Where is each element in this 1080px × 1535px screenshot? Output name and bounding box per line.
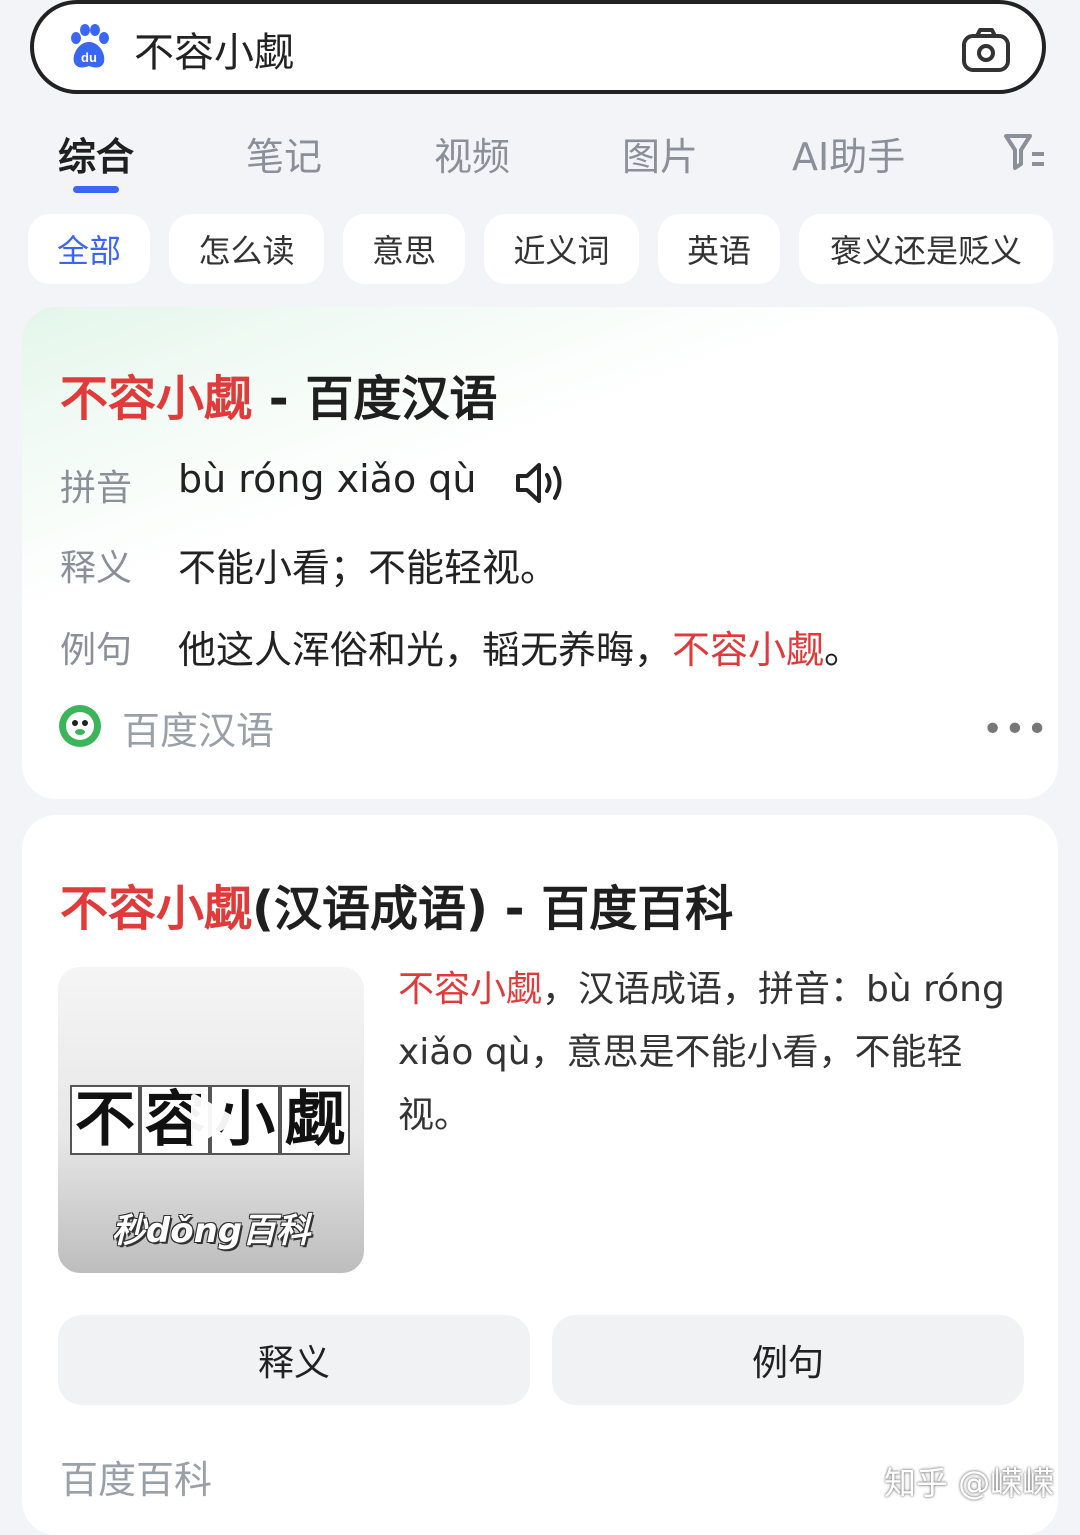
result-card-hanyu[interactable]: 不容小觑 - 百度汉语 拼音 bù róng xiǎo qù 释义 不能小看；不… (22, 307, 1058, 799)
chip-meaning[interactable]: 意思 (343, 214, 465, 284)
pinyin-label: 拼音 (60, 468, 133, 509)
video-thumbnail[interactable]: 不 容 小 觑 秒dǒng百科 (58, 967, 364, 1273)
tab-ai-assistant[interactable]: AI助手 (792, 126, 905, 181)
chip-all[interactable]: 全部 (28, 214, 150, 284)
tab-all[interactable]: 综合 (58, 126, 134, 181)
meaning-label: 释义 (60, 548, 133, 589)
speaker-icon[interactable] (514, 459, 570, 507)
example-button[interactable]: 例句 (552, 1315, 1024, 1405)
tab-videos[interactable]: 视频 (434, 126, 510, 181)
title-keyword: 不容小觑 (60, 881, 253, 937)
example-prefix: 他这人浑俗和光，韬无养晦， (178, 628, 673, 672)
result-title[interactable]: 不容小觑 - 百度汉语 (60, 359, 497, 429)
meaning-value: 不能小看；不能轻视。 (178, 546, 559, 590)
chip-synonyms[interactable]: 近义词 (484, 214, 639, 284)
more-options-icon[interactable]: ••• (982, 709, 1049, 750)
source-name[interactable]: 百度汉语 (122, 700, 274, 755)
search-bar[interactable]: du (30, 0, 1046, 94)
search-input[interactable] (134, 22, 914, 76)
meaning-button[interactable]: 释义 (58, 1315, 530, 1405)
title-source: - 百度汉语 (252, 371, 498, 427)
tab-notes[interactable]: 笔记 (246, 126, 322, 181)
result-card-baike[interactable]: 不容小觑(汉语成语) - 百度百科 不 容 小 觑 秒dǒng百科 不容小觑，汉… (22, 815, 1058, 1535)
result-description: 不容小觑，汉语成语，拼音：bù róng xiǎo qù，意思是不能小看，不能轻… (398, 958, 1034, 1147)
thumbnail-char: 觑 (280, 1085, 350, 1155)
thumbnail-char: 不 (70, 1085, 140, 1155)
example-value: 他这人浑俗和光，韬无养晦，不容小觑。 (178, 619, 862, 674)
description-keyword: 不容小觑 (398, 969, 543, 1010)
chip-how-to-read[interactable]: 怎么读 (169, 214, 324, 284)
watermark: 知乎 @嵘嵘 (884, 1464, 1055, 1502)
pinyin-value: bù róng xiǎo qù (178, 457, 477, 501)
chip-english[interactable]: 英语 (658, 214, 780, 284)
example-keyword: 不容小觑 (672, 628, 825, 672)
filter-icon[interactable] (1000, 128, 1048, 176)
thumbnail-brand: 秒dǒng百科 (111, 1211, 311, 1251)
title-keyword: 不容小觑 (60, 371, 253, 427)
svg-text:du: du (81, 50, 97, 65)
chip-positive-or-negative[interactable]: 褒义还是贬义 (799, 214, 1053, 284)
active-tab-indicator (73, 186, 119, 193)
tab-bar: 综合 笔记 视频 图片 AI助手 (0, 118, 1080, 198)
example-label: 例句 (60, 630, 133, 671)
example-suffix: 。 (824, 628, 863, 672)
play-icon[interactable] (186, 1091, 240, 1149)
camera-icon[interactable] (960, 24, 1012, 76)
title-source: (汉语成语) - 百度百科 (252, 881, 734, 937)
result-title[interactable]: 不容小觑(汉语成语) - 百度百科 (60, 869, 733, 939)
tab-images[interactable]: 图片 (622, 126, 698, 181)
baidu-paw-logo-icon[interactable]: du (64, 22, 114, 72)
source-name[interactable]: 百度百科 (60, 1449, 212, 1504)
hanyu-source-logo-icon (59, 705, 101, 747)
